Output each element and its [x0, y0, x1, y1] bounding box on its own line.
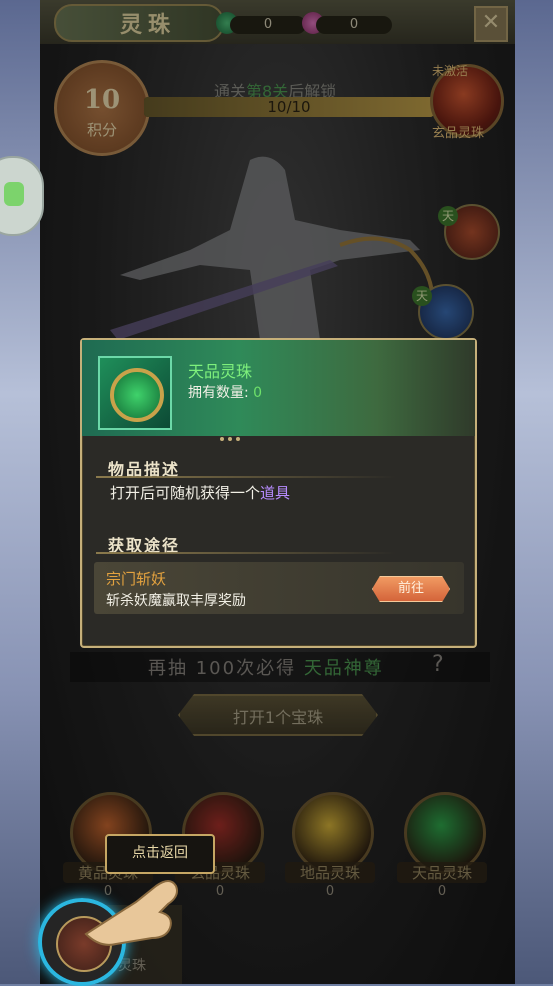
- owned-value: 0: [253, 385, 263, 401]
- background-right: [515, 0, 553, 984]
- source-route-row: 宗门斩妖 斩杀妖魔赢取丰厚奖励 前往: [94, 562, 464, 614]
- heaven-orb-icon: [110, 368, 164, 422]
- desc-highlight: 道具: [260, 484, 291, 502]
- source-divider: [96, 552, 396, 554]
- desc-text: 打开后可随机获得一个: [110, 484, 261, 502]
- owned-label: 拥有数量:: [188, 385, 249, 401]
- android-icon: [4, 182, 24, 206]
- desc-divider: [96, 476, 396, 478]
- item-description: 打开后可随机获得一个道具: [110, 482, 290, 503]
- popup-header: 天品灵珠 拥有数量: 0: [82, 340, 475, 436]
- tutorial-tip: 点击返回: [105, 834, 215, 874]
- route-description: 斩杀妖魔赢取丰厚奖励: [106, 593, 246, 609]
- item-name: 天品灵珠: [188, 362, 253, 381]
- item-detail-popup: 天品灵珠 拥有数量: 0 物品描述 打开后可随机获得一个道具 获取途径 宗门斩妖…: [80, 338, 477, 648]
- route-title: 宗门斩妖: [106, 570, 167, 588]
- pointing-hand-icon: [84, 880, 178, 946]
- go-button[interactable]: 前往: [372, 576, 450, 602]
- item-owned-count: 拥有数量: 0: [188, 382, 262, 402]
- floating-assistant-icon[interactable]: [0, 156, 44, 236]
- ornament-dots: [220, 437, 240, 441]
- item-icon-frame: [98, 356, 172, 430]
- background-left: [0, 0, 40, 984]
